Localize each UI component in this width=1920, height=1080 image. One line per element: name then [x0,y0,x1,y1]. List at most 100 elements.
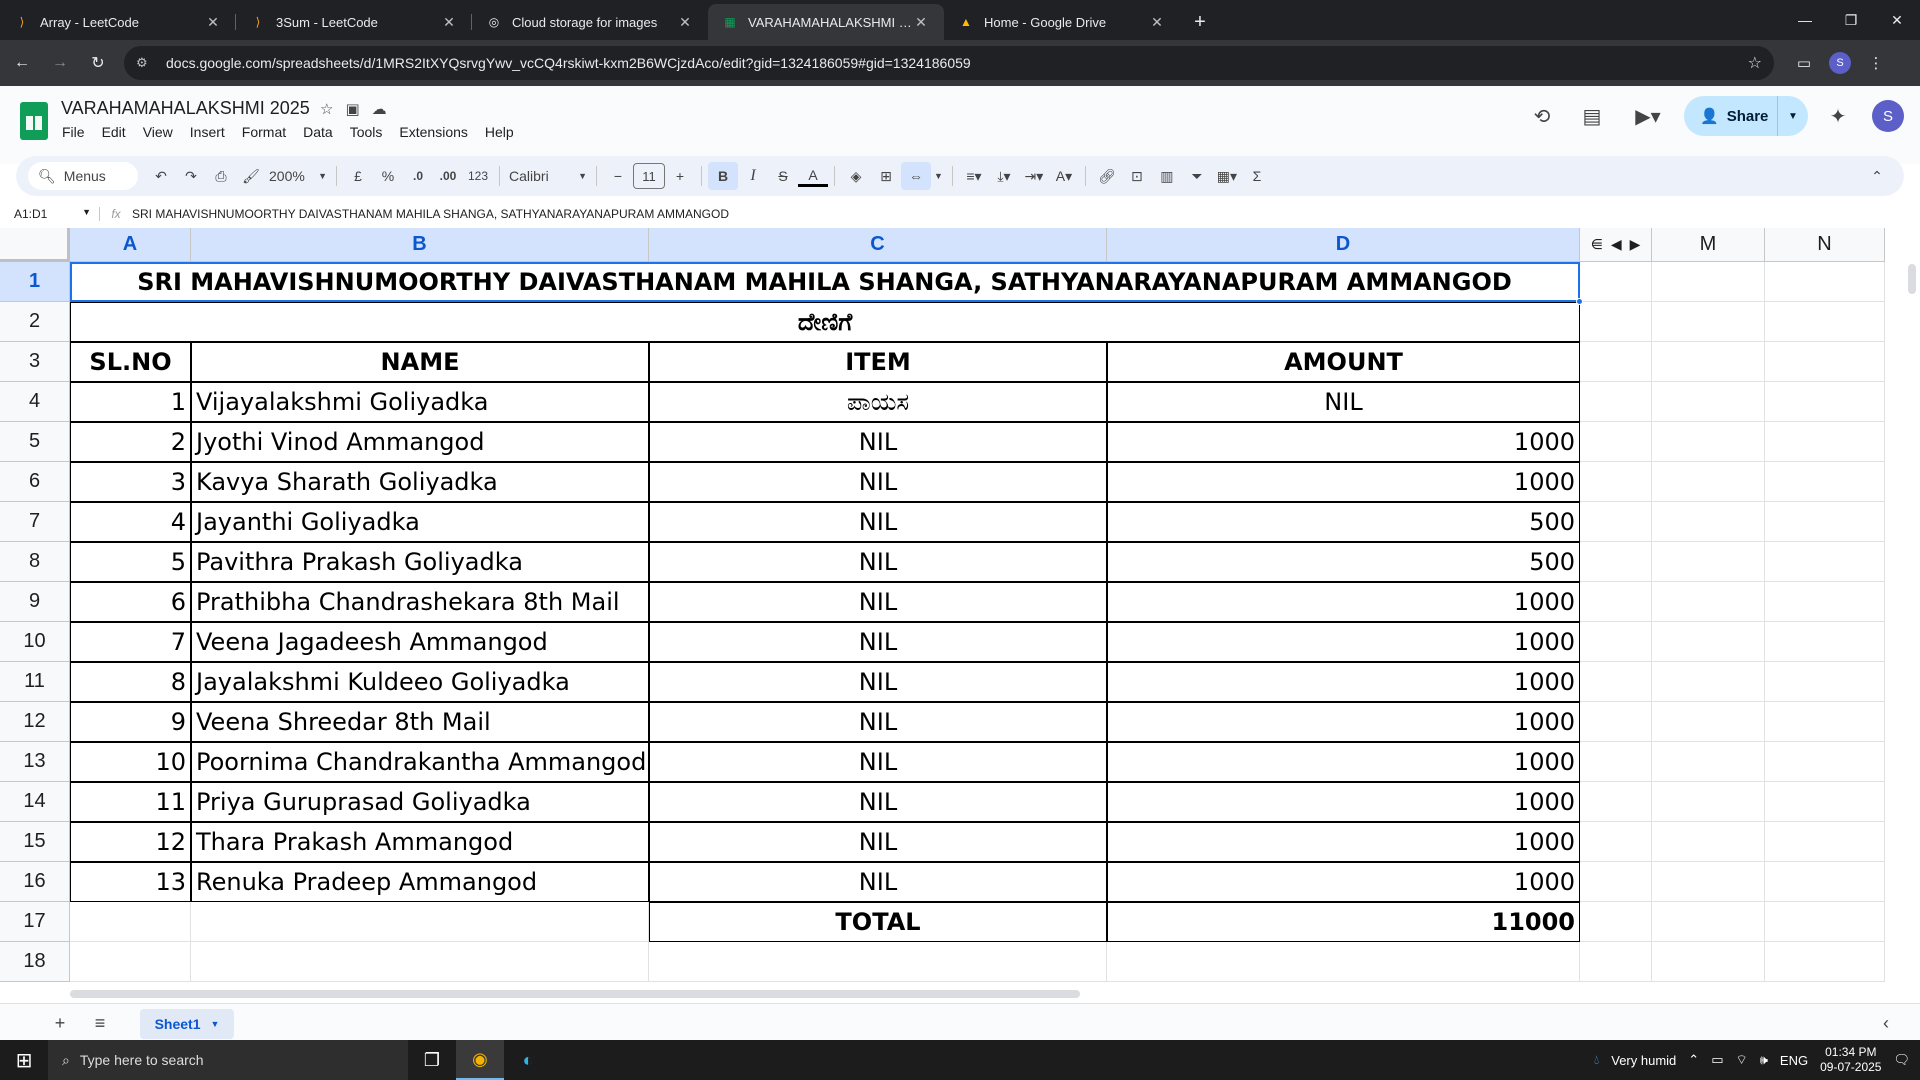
empty-cell[interactable] [191,902,649,942]
sl-no-cell[interactable]: 1 [70,382,191,422]
formula-input[interactable]: SRI MAHAVISHNUMOORTHY DAIVASTHANAM MAHIL… [132,207,1920,221]
empty-cell[interactable] [1765,262,1885,302]
item-cell[interactable]: NIL [649,502,1107,542]
empty-cell[interactable] [1580,502,1652,542]
column-header[interactable]: B [191,228,649,262]
empty-cell[interactable] [1652,342,1765,382]
amount-cell[interactable]: 1000 [1107,782,1580,822]
increase-decimal-button[interactable]: .00 [433,162,463,190]
spreadsheet-grid[interactable]: A B C D M N ⋹ ◀ ▶ 1 2 3 4 5 6 7 8 9 10 11 12 13 14 15 16 17 18 SRI … [0,228,1920,1008]
empty-cell[interactable] [1652,662,1765,702]
bookmark-star-icon[interactable]: ☆ [1748,53,1762,73]
row-header[interactable]: 2 [0,302,70,342]
empty-cell[interactable] [1765,422,1885,462]
empty-cell[interactable] [1652,622,1765,662]
empty-cell[interactable] [649,942,1107,982]
taskbar-search[interactable]: ⌕ Type here to search [48,1040,408,1080]
empty-cell[interactable] [1580,902,1652,942]
empty-cell[interactable] [1580,422,1652,462]
empty-cell[interactable] [1765,502,1885,542]
collapse-sidebar-icon[interactable]: ‹ [1866,1013,1906,1034]
amount-cell[interactable]: 1000 [1107,742,1580,782]
empty-cell[interactable] [1765,662,1885,702]
title-cell[interactable]: SRI MAHAVISHNUMOORTHY DAIVASTHANAM MAHIL… [70,262,1580,302]
empty-cell[interactable] [1580,622,1652,662]
browser-tab[interactable]: ◎ Cloud storage for images ✕ [472,4,708,40]
empty-cell[interactable] [1765,582,1885,622]
insert-chart-icon[interactable]: ▥ [1152,162,1182,190]
name-cell[interactable]: Prathibha Chandrashekara 8th Mail [191,582,649,622]
empty-cell[interactable] [1652,462,1765,502]
empty-cell[interactable] [1580,382,1652,422]
select-all-corner[interactable] [0,228,70,262]
meet-icon[interactable]: ▶▾ [1622,96,1674,136]
print-icon[interactable]: ⎙ [206,162,236,190]
row-header[interactable]: 4 [0,382,70,422]
empty-cell[interactable] [1580,822,1652,862]
vertical-scrollbar[interactable] [1908,264,1916,294]
empty-cell[interactable] [1765,942,1885,982]
name-cell[interactable]: Veena Shreedar 8th Mail [191,702,649,742]
currency-button[interactable]: £ [343,162,373,190]
amount-cell[interactable]: 1000 [1107,622,1580,662]
empty-cell[interactable] [1580,662,1652,702]
row-header[interactable]: 17 [0,902,70,942]
item-cell[interactable]: NIL [649,702,1107,742]
name-cell[interactable]: Pavithra Prakash Goliyadka [191,542,649,582]
empty-cell[interactable] [1580,262,1652,302]
minimize-icon[interactable]: — [1782,0,1828,40]
sheets-logo[interactable] [20,102,48,140]
amount-cell[interactable]: NIL [1107,382,1580,422]
total-label-cell[interactable]: TOTAL [649,902,1107,942]
name-cell[interactable]: Priya Guruprasad Goliyadka [191,782,649,822]
empty-cell[interactable] [1580,582,1652,622]
sl-no-cell[interactable]: 10 [70,742,191,782]
browser-menu-icon[interactable]: ⋮ [1858,45,1894,81]
menu-view[interactable]: View [143,124,173,140]
row-header[interactable]: 1 [0,262,70,302]
row-header[interactable]: 6 [0,462,70,502]
star-icon[interactable]: ☆ [320,100,333,118]
menus-search[interactable]: 🔍︎ Menus [28,162,138,190]
clock[interactable]: 01:34 PM 09-07-2025 [1820,1045,1881,1075]
battery-icon[interactable]: ▭ [1711,1052,1723,1068]
cloud-status-icon[interactable]: ☁ [372,100,387,118]
name-cell[interactable]: Renuka Pradeep Ammangod [191,862,649,902]
all-sheets-icon[interactable]: ≡ [80,1013,120,1034]
browser-tab[interactable]: ▲ Home - Google Drive ✕ [944,4,1180,40]
close-window-icon[interactable]: ✕ [1874,0,1920,40]
empty-cell[interactable] [1580,782,1652,822]
item-cell[interactable]: NIL [649,582,1107,622]
empty-cell[interactable] [1580,542,1652,582]
tray-chevron-icon[interactable]: ⌃ [1688,1052,1699,1068]
collapse-toolbar-icon[interactable]: ⌃ [1862,162,1892,190]
row-header[interactable]: 13 [0,742,70,782]
forward-icon[interactable]: → [44,47,76,79]
menu-tools[interactable]: Tools [350,124,383,140]
filter-views-icon[interactable]: ▦▾ [1212,162,1242,190]
empty-cell[interactable] [1652,702,1765,742]
close-tab-icon[interactable]: ✕ [676,14,694,31]
new-tab-icon[interactable]: + [1186,8,1214,36]
empty-cell[interactable] [1652,902,1765,942]
empty-cell[interactable] [1765,462,1885,502]
column-header[interactable]: D [1107,228,1580,262]
empty-cell[interactable] [1580,302,1652,342]
empty-cell[interactable] [1765,782,1885,822]
empty-cell[interactable] [1652,782,1765,822]
empty-cell[interactable] [1652,942,1765,982]
filter-icon[interactable]: ⏷ [1182,162,1212,190]
sheet-tab-sheet1[interactable]: Sheet1 ▼ [140,1008,234,1039]
row-header[interactable]: 16 [0,862,70,902]
column-header[interactable]: A [70,228,191,262]
header-cell[interactable]: SL.NO [70,342,191,382]
url-text[interactable]: docs.google.com/spreadsheets/d/1MRS2ItXY… [166,55,1748,71]
close-tab-icon[interactable]: ✕ [912,14,930,31]
name-cell[interactable]: Jyothi Vinod Ammangod [191,422,649,462]
amount-cell[interactable]: 1000 [1107,702,1580,742]
paint-format-icon[interactable]: 🖌︎ [236,162,266,190]
sl-no-cell[interactable]: 5 [70,542,191,582]
empty-cell[interactable] [1652,302,1765,342]
user-avatar[interactable]: S [1872,100,1904,132]
item-cell[interactable]: NIL [649,742,1107,782]
